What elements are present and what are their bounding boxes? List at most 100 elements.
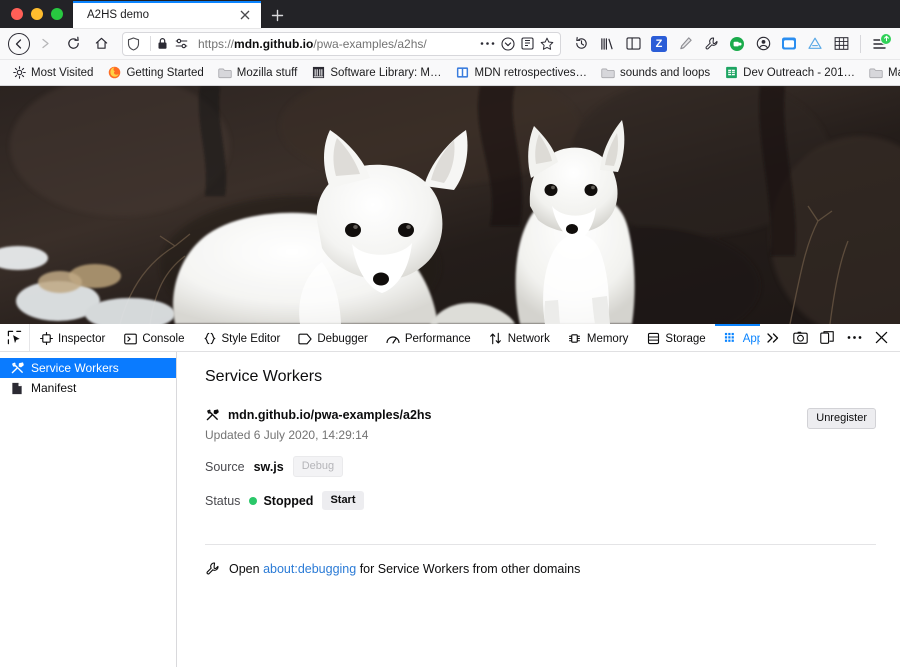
zoom-window-button[interactable] <box>51 8 63 20</box>
wrench-icon <box>205 561 220 576</box>
about-debugging-link[interactable]: about:debugging <box>263 562 356 576</box>
tab-console[interactable]: Console <box>114 324 193 351</box>
star-bookmark-icon[interactable] <box>540 37 554 51</box>
page-viewport <box>0 86 900 324</box>
padlock-icon[interactable] <box>157 37 172 50</box>
tab-application[interactable]: Application <box>715 324 760 351</box>
green-extension-icon[interactable] <box>725 32 749 56</box>
minimize-window-button[interactable] <box>31 8 43 20</box>
new-tab-button[interactable] <box>263 2 291 28</box>
pocket-icon[interactable] <box>501 37 515 51</box>
close-icon[interactable] <box>237 7 253 23</box>
tab-title: A2HS demo <box>87 9 237 21</box>
window-controls <box>0 0 73 28</box>
network-icon <box>489 332 503 346</box>
zotero-icon[interactable]: Z <box>647 32 671 56</box>
bookmark-management-stuff[interactable]: Management stuff <box>863 64 900 82</box>
devtools-toolbar-buttons <box>760 324 900 351</box>
bookmark-dev-outreach[interactable]: Dev Outreach - 201… <box>718 64 861 82</box>
tab-label: Storage <box>665 333 705 345</box>
start-button[interactable]: Start <box>322 491 363 510</box>
bookmark-label: Most Visited <box>31 67 93 79</box>
arctic-foxes-photo <box>0 86 900 324</box>
manifest-document-icon <box>10 381 24 395</box>
tab-strip: A2HS demo <box>0 0 900 28</box>
forward-arrow-icon[interactable] <box>32 31 58 57</box>
blue-window-icon[interactable] <box>777 32 801 56</box>
tab-debugger[interactable]: Debugger <box>289 324 377 351</box>
sidebar-icon[interactable] <box>621 32 645 56</box>
triangle-extension-icon[interactable] <box>803 32 827 56</box>
tab-label: Application <box>743 333 760 345</box>
bookmark-most-visited[interactable]: Most Visited <box>6 64 99 82</box>
history-icon[interactable] <box>569 32 593 56</box>
source-value: sw.js <box>254 460 284 474</box>
bookmark-getting-started[interactable]: Getting Started <box>101 64 209 82</box>
site-permissions-icon[interactable] <box>175 38 192 49</box>
home-icon[interactable] <box>88 31 114 57</box>
tab-label: Memory <box>587 333 629 345</box>
reader-mode-icon[interactable] <box>521 37 534 50</box>
performance-icon <box>386 332 400 346</box>
status-dot-icon <box>249 497 257 505</box>
grid-icon[interactable] <box>829 32 853 56</box>
bookmark-label: Management stuff <box>888 67 900 79</box>
tab-network[interactable]: Network <box>480 324 559 351</box>
folder-icon <box>601 66 615 80</box>
tracking-protection-shield-icon[interactable] <box>127 37 144 51</box>
updated-timestamp: Updated 6 July 2020, 14:29:14 <box>205 428 432 442</box>
sidebar-item-service-workers[interactable]: Service Workers <box>0 358 176 378</box>
back-arrow-icon[interactable] <box>8 33 30 55</box>
tab-inspector[interactable]: Inspector <box>30 324 114 351</box>
service-workers-panel: Service Workers mdn.github.io/pwa-exampl… <box>177 352 900 667</box>
sidebar-item-label: Manifest <box>31 381 76 395</box>
bookmark-software-library[interactable]: Software Library: M… <box>305 64 447 82</box>
bookmark-label: MDN retrospectives… <box>475 67 587 79</box>
element-picker-icon[interactable] <box>0 324 30 351</box>
folder-icon <box>218 66 232 80</box>
tab-storage[interactable]: Storage <box>637 324 714 351</box>
firefox-icon <box>107 66 121 80</box>
text-before: Open <box>229 562 263 576</box>
bookmark-mozilla-stuff[interactable]: Mozilla stuff <box>212 64 304 82</box>
unregister-button[interactable]: Unregister <box>807 408 876 429</box>
navigation-toolbar: https://mdn.github.io/pwa-examples/a2hs/ <box>0 28 900 60</box>
tab-memory[interactable]: Memory <box>559 324 638 351</box>
status-badge: Stopped <box>263 494 313 508</box>
sidebar-item-manifest[interactable]: Manifest <box>0 378 176 398</box>
toolbar-divider <box>860 35 861 53</box>
urlbar-overflow-icon[interactable] <box>480 41 495 46</box>
bookmark-label: sounds and loops <box>620 67 710 79</box>
tab-performance[interactable]: Performance <box>377 324 480 351</box>
storage-icon <box>646 332 660 346</box>
pencil-highlighter-icon[interactable] <box>673 32 697 56</box>
toolbar-icons: Z <box>569 32 892 56</box>
devtools-meatball-menu-icon[interactable] <box>841 325 867 351</box>
browser-tab-a2hs-demo[interactable]: A2HS demo <box>73 1 261 28</box>
devtools-toolbar: Inspector Console Style Editor <box>0 324 900 352</box>
hamburger-menu-icon[interactable] <box>868 32 892 56</box>
library-icon[interactable] <box>595 32 619 56</box>
memory-icon <box>568 332 582 346</box>
screenshot-camera-icon[interactable] <box>787 325 813 351</box>
bookmark-label: Mozilla stuff <box>237 67 298 79</box>
bookmark-mdn-retrospectives[interactable]: MDN retrospectives… <box>450 64 593 82</box>
update-available-badge <box>880 33 892 45</box>
close-devtools-icon[interactable] <box>868 325 894 351</box>
url-text[interactable]: https://mdn.github.io/pwa-examples/a2hs/ <box>195 37 477 51</box>
tab-label: Debugger <box>317 333 368 345</box>
service-workers-tools-icon <box>205 408 219 422</box>
bookmark-sounds-and-loops[interactable]: sounds and loops <box>595 64 716 82</box>
tab-style-editor[interactable]: Style Editor <box>194 324 290 351</box>
overflow-chevron-icon[interactable] <box>760 325 786 351</box>
reload-icon[interactable] <box>60 31 86 57</box>
close-window-button[interactable] <box>11 8 23 20</box>
tab-label: Performance <box>405 333 471 345</box>
address-bar[interactable]: https://mdn.github.io/pwa-examples/a2hs/ <box>122 32 561 56</box>
wrench-icon[interactable] <box>699 32 723 56</box>
source-label: Source <box>205 460 245 474</box>
account-icon[interactable] <box>751 32 775 56</box>
tab-label: Network <box>508 333 550 345</box>
dock-layout-icon[interactable] <box>814 325 840 351</box>
service-worker-entry: mdn.github.io/pwa-examples/a2hs Updated … <box>205 408 876 442</box>
